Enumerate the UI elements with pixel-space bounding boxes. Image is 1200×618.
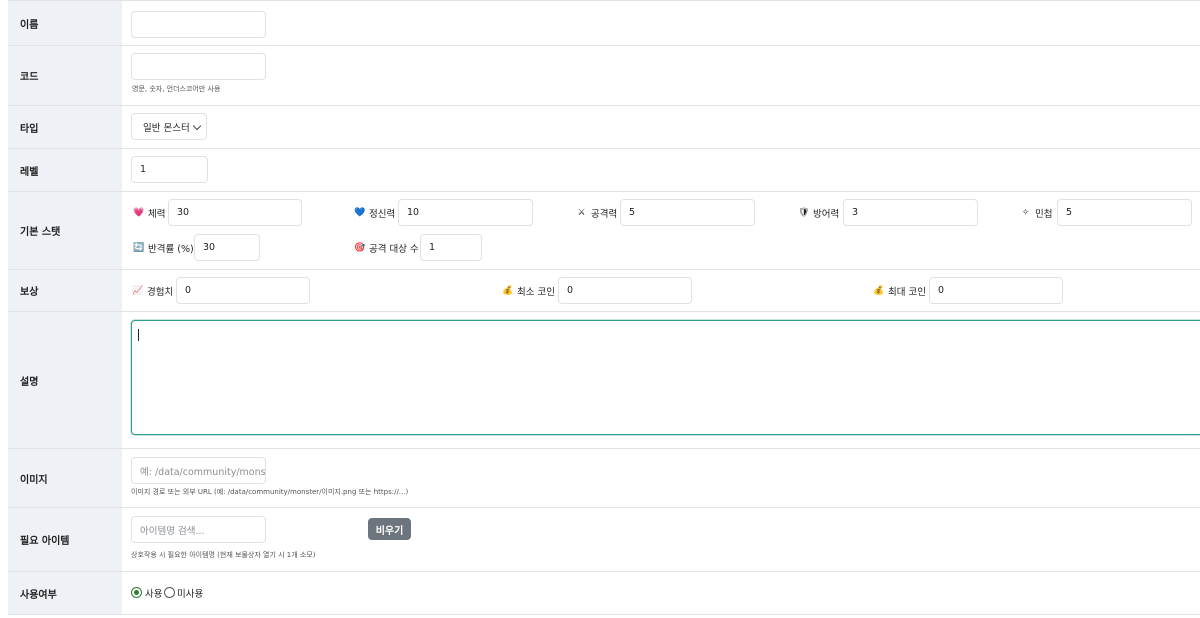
reward-min-coin-label: 💰 최소 코인 xyxy=(502,286,555,298)
reward-label: 보상 xyxy=(8,270,122,311)
stat-targets-label: 🎯 공격 대상 수 xyxy=(354,243,419,255)
crossed-swords-icon: ⚔ xyxy=(577,208,586,218)
sparkle-icon: ✧ xyxy=(1021,208,1030,218)
stat-targets-input[interactable]: 1 xyxy=(420,234,482,261)
radio-active-yes-label[interactable]: 사용 xyxy=(145,586,162,600)
blue-heart-icon: 💙 xyxy=(354,208,366,218)
stat-mp-label: 💙 정신력 xyxy=(354,208,396,220)
target-icon: 🎯 xyxy=(354,243,366,253)
row-required-item: 필요 아이템 아이템명 검색... 비우기 상호작용 시 필요한 아이템명 (현… xyxy=(8,508,1200,572)
image-label: 이미지 xyxy=(8,449,122,507)
code-help: 영문, 숫자, 언더스코어만 사용 xyxy=(132,85,221,93)
level-label: 레벨 xyxy=(8,149,122,191)
row-name: 이름 xyxy=(8,0,1200,46)
stat-counter-label: 🔄 반격률 (%) xyxy=(133,243,194,255)
required-item-help: 상호작용 시 필요한 아이템명 (현재 보물상자 열기 시 1개 소모) xyxy=(131,551,316,559)
row-description: 설명 xyxy=(8,312,1200,449)
description-label: 설명 xyxy=(8,312,122,448)
chevron-down-icon xyxy=(192,121,202,131)
stat-atk-label: ⚔ 공격력 xyxy=(577,208,618,220)
image-help: 이미지 경로 또는 외부 URL (예: /data/community/mon… xyxy=(131,488,409,496)
type-label: 타입 xyxy=(8,106,122,148)
chart-icon: 📈 xyxy=(132,286,144,296)
stat-mp-input[interactable]: 10 xyxy=(398,199,533,226)
row-image: 이미지 예: /data/community/monster/ 이미지 경로 또… xyxy=(8,449,1200,508)
reward-exp-label: 📈 경험치 xyxy=(132,286,174,298)
radio-active-yes[interactable] xyxy=(131,587,142,598)
level-input[interactable]: 1 xyxy=(131,156,208,183)
reward-max-coin-input[interactable]: 0 xyxy=(929,277,1063,304)
stat-hp-label: 💗 체력 xyxy=(133,208,166,220)
description-textarea[interactable] xyxy=(131,320,1200,435)
stat-agi-input[interactable]: 5 xyxy=(1057,199,1192,226)
row-code: 코드 영문, 숫자, 언더스코어만 사용 xyxy=(8,46,1200,106)
code-input[interactable] xyxy=(131,53,266,80)
row-stats: 기본 스탯 💗 체력 30 💙 정신력 10 ⚔ 공격력 5 🛡 방어력 3 ✧… xyxy=(8,192,1200,270)
reward-exp-input[interactable]: 0 xyxy=(176,277,310,304)
money-bag-icon: 💰 xyxy=(873,286,885,296)
row-reward: 보상 📈 경험치 0 💰 최소 코인 0 💰 최대 코인 0 xyxy=(8,270,1200,312)
stat-agi-label: ✧ 민첩 xyxy=(1021,208,1053,220)
stat-counter-input[interactable]: 30 xyxy=(194,234,260,261)
active-label: 사용여부 xyxy=(8,572,122,614)
shield-icon: 🛡 xyxy=(798,208,810,218)
type-select[interactable]: 일반 몬스터 xyxy=(131,113,207,140)
heart-icon: 💗 xyxy=(133,208,145,218)
image-path-input[interactable]: 예: /data/community/monster/ xyxy=(131,457,266,484)
stat-atk-input[interactable]: 5 xyxy=(620,199,755,226)
text-caret xyxy=(138,329,139,341)
radio-active-no-label[interactable]: 미사용 xyxy=(177,586,203,600)
required-item-label: 필요 아이템 xyxy=(8,508,122,571)
code-label: 코드 xyxy=(8,46,122,105)
row-active: 사용여부 사용 미사용 xyxy=(8,572,1200,615)
monster-form: 이름 코드 영문, 숫자, 언더스코어만 사용 타입 일반 몬스터 레벨 1 기… xyxy=(8,0,1200,618)
name-label: 이름 xyxy=(8,1,122,45)
row-type: 타입 일반 몬스터 xyxy=(8,106,1200,149)
row-level: 레벨 1 xyxy=(8,149,1200,192)
counter-icon: 🔄 xyxy=(133,243,145,253)
reward-min-coin-input[interactable]: 0 xyxy=(558,277,692,304)
stat-def-input[interactable]: 3 xyxy=(843,199,978,226)
stat-hp-input[interactable]: 30 xyxy=(168,199,302,226)
clear-button[interactable]: 비우기 xyxy=(368,518,411,540)
reward-max-coin-label: 💰 최대 코인 xyxy=(873,286,926,298)
stat-def-label: 🛡 방어력 xyxy=(798,208,840,220)
stats-label: 기본 스탯 xyxy=(8,192,122,269)
item-search-input[interactable]: 아이템명 검색... xyxy=(131,516,266,543)
name-input[interactable] xyxy=(131,11,266,38)
type-selected: 일반 몬스터 xyxy=(143,122,190,134)
radio-active-no[interactable] xyxy=(164,587,175,598)
money-bag-icon: 💰 xyxy=(502,286,514,296)
